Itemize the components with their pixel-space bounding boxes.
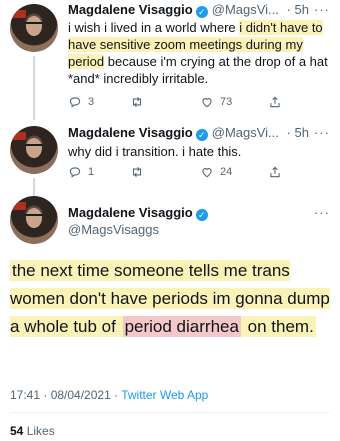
divider [10, 412, 330, 413]
more-options-icon[interactable]: ··· [314, 125, 330, 140]
like-button[interactable]: 73 [200, 95, 232, 109]
thread-line [33, 56, 35, 120]
main-author-handle: @MagsVisaggs [68, 222, 159, 238]
reply-count: 3 [88, 96, 95, 108]
tweet-timestamp[interactable]: 17:41 · 08/04/2021 · [10, 388, 121, 402]
retweet-icon [132, 166, 142, 178]
reply-count: 1 [88, 166, 95, 178]
tweet-text: why did i transition. i hate this. [68, 144, 242, 159]
highlighted-text-red: period diarrhea [122, 316, 241, 337]
verified-icon: ✓ [195, 209, 208, 221]
tweet-text-part: i wish i lived in a world where [68, 20, 240, 35]
author-handle[interactable]: @MagsVi... [212, 2, 279, 17]
share-button[interactable] [268, 95, 282, 109]
avatar[interactable] [10, 126, 58, 174]
avatar-badge [12, 132, 26, 140]
reply-button[interactable]: 3 [68, 95, 94, 109]
likes-label: Likes [23, 424, 55, 438]
likes-stat[interactable]: 54 Likes [10, 424, 55, 438]
retweet-button[interactable] [130, 165, 144, 179]
main-tweet-header: Magdalene Visaggio ✓ [68, 205, 208, 221]
like-button[interactable]: 24 [200, 165, 232, 179]
avatar-badge [12, 202, 26, 210]
retweet-button[interactable] [130, 95, 144, 109]
reply-button[interactable]: 1 [68, 165, 94, 179]
avatar-badge [12, 10, 26, 18]
tweet-actions: 1 24 [68, 165, 288, 181]
tweet-time[interactable]: · 5h [287, 2, 309, 17]
author-name[interactable]: Magdalene Visaggio [68, 2, 193, 17]
share-icon [270, 96, 280, 108]
verified-icon: ✓ [195, 129, 208, 141]
avatar-glasses [25, 214, 43, 221]
tweet-header: Magdalene Visaggio ✓ @MagsVi... · 5h [68, 2, 309, 18]
tweet-text: i wish i lived in a world where i didn't… [68, 19, 332, 87]
main-tweet-text: the next time someone tells me trans wom… [10, 257, 330, 341]
retweet-icon [132, 96, 142, 108]
avatar-glasses [25, 144, 43, 151]
source-app-link[interactable]: Twitter Web App [121, 388, 208, 402]
like-count: 24 [220, 166, 233, 178]
reply-icon [69, 167, 81, 178]
highlighted-text: on them. [240, 316, 316, 337]
heart-icon [202, 98, 212, 108]
author-name[interactable]: Magdalene Visaggio [68, 125, 193, 140]
tweet-actions: 3 73 [68, 95, 288, 111]
author-handle[interactable]: @MagsVisaggs [68, 222, 159, 237]
tweet-header: Magdalene Visaggio ✓ @MagsVi... · 5h [68, 125, 309, 141]
more-options-icon[interactable]: ··· [314, 205, 330, 220]
share-icon [270, 166, 280, 178]
more-options-icon[interactable]: ··· [314, 2, 330, 17]
heart-icon [202, 168, 212, 178]
author-name[interactable]: Magdalene Visaggio [68, 205, 193, 220]
share-button[interactable] [268, 165, 282, 179]
avatar-glasses [25, 22, 43, 29]
likes-count: 54 [10, 424, 24, 438]
author-handle[interactable]: @MagsVi... [212, 125, 279, 140]
avatar[interactable] [10, 196, 58, 244]
tweet-text-part: because i'm crying at the drop of a hat … [68, 54, 328, 86]
like-count: 73 [220, 96, 233, 108]
verified-icon: ✓ [195, 6, 208, 18]
reply-icon [69, 97, 81, 108]
tweet-time[interactable]: · 5h [287, 125, 309, 140]
avatar[interactable] [10, 4, 58, 52]
tweet-metadata: 17:41 · 08/04/2021 · Twitter Web App [10, 388, 208, 402]
